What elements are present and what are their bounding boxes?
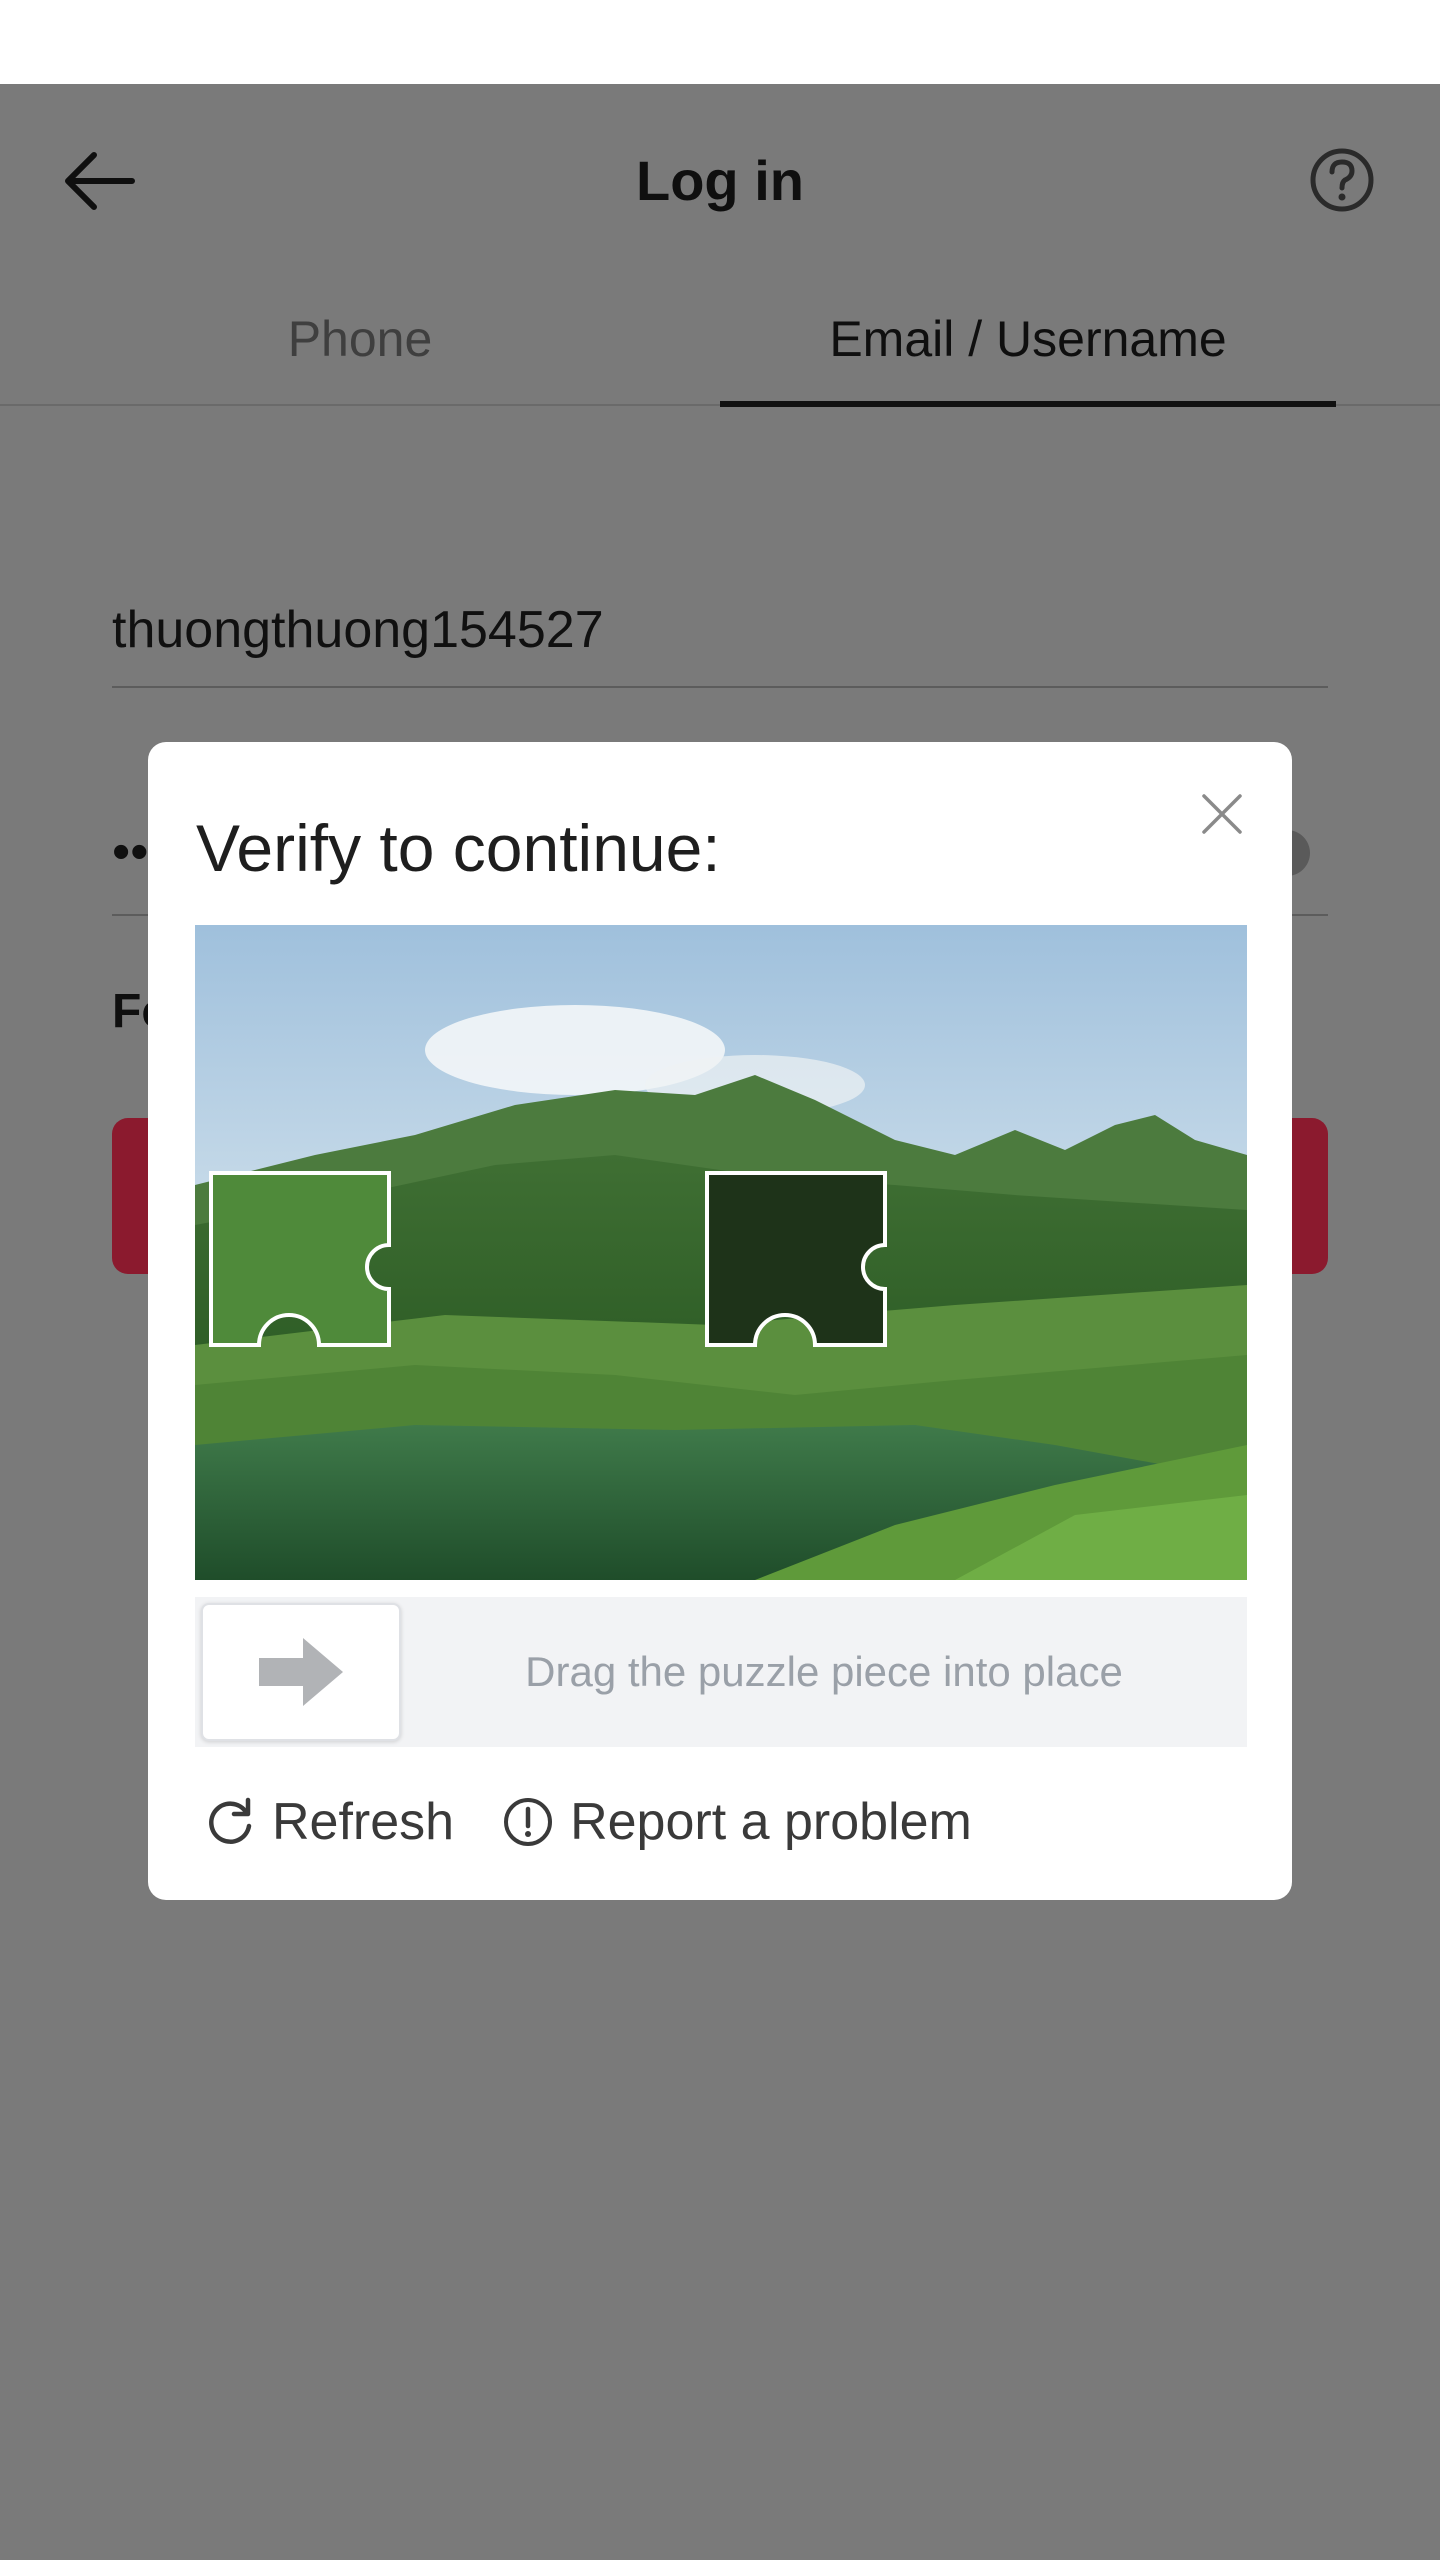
alert-circle-icon bbox=[504, 1798, 553, 1846]
username-value: thuongthuong154527 bbox=[112, 601, 604, 659]
report-problem-button[interactable]: Report a problem bbox=[502, 1792, 972, 1852]
password-value: •• bbox=[112, 823, 149, 881]
header: Log in bbox=[0, 84, 1440, 264]
refresh-button[interactable]: Refresh bbox=[204, 1792, 454, 1852]
username-field[interactable]: thuongthuong154527 bbox=[112, 564, 1328, 688]
tab-email-username[interactable]: Email / Username bbox=[720, 274, 1336, 407]
landscape-scene bbox=[195, 925, 1247, 1580]
help-button[interactable] bbox=[1304, 142, 1380, 218]
refresh-icon bbox=[209, 1797, 252, 1844]
captcha-actions: Refresh Report a problem bbox=[204, 1782, 1020, 1862]
question-circle-icon bbox=[1310, 148, 1374, 212]
slider-hint: Drag the puzzle piece into place bbox=[525, 1648, 1123, 1695]
page-title: Log in bbox=[636, 149, 804, 212]
captcha-modal: Verify to continue: Drag the puzzle piec… bbox=[148, 742, 1292, 1900]
captcha-title: Verify to continue: bbox=[196, 811, 721, 885]
slider-track[interactable]: Drag the puzzle piece into place bbox=[195, 1597, 1247, 1747]
puzzle-image bbox=[195, 925, 1247, 1580]
close-button[interactable] bbox=[1190, 782, 1254, 846]
arrow-right-icon bbox=[259, 1638, 343, 1706]
close-icon bbox=[1202, 794, 1242, 834]
tab-phone[interactable]: Phone bbox=[110, 274, 610, 404]
report-problem-label: Report a problem bbox=[570, 1793, 972, 1851]
refresh-label: Refresh bbox=[272, 1793, 455, 1851]
login-tabs: Phone Email / Username bbox=[0, 274, 1440, 407]
slider-handle[interactable] bbox=[201, 1603, 401, 1741]
status-bar bbox=[0, 0, 1440, 84]
